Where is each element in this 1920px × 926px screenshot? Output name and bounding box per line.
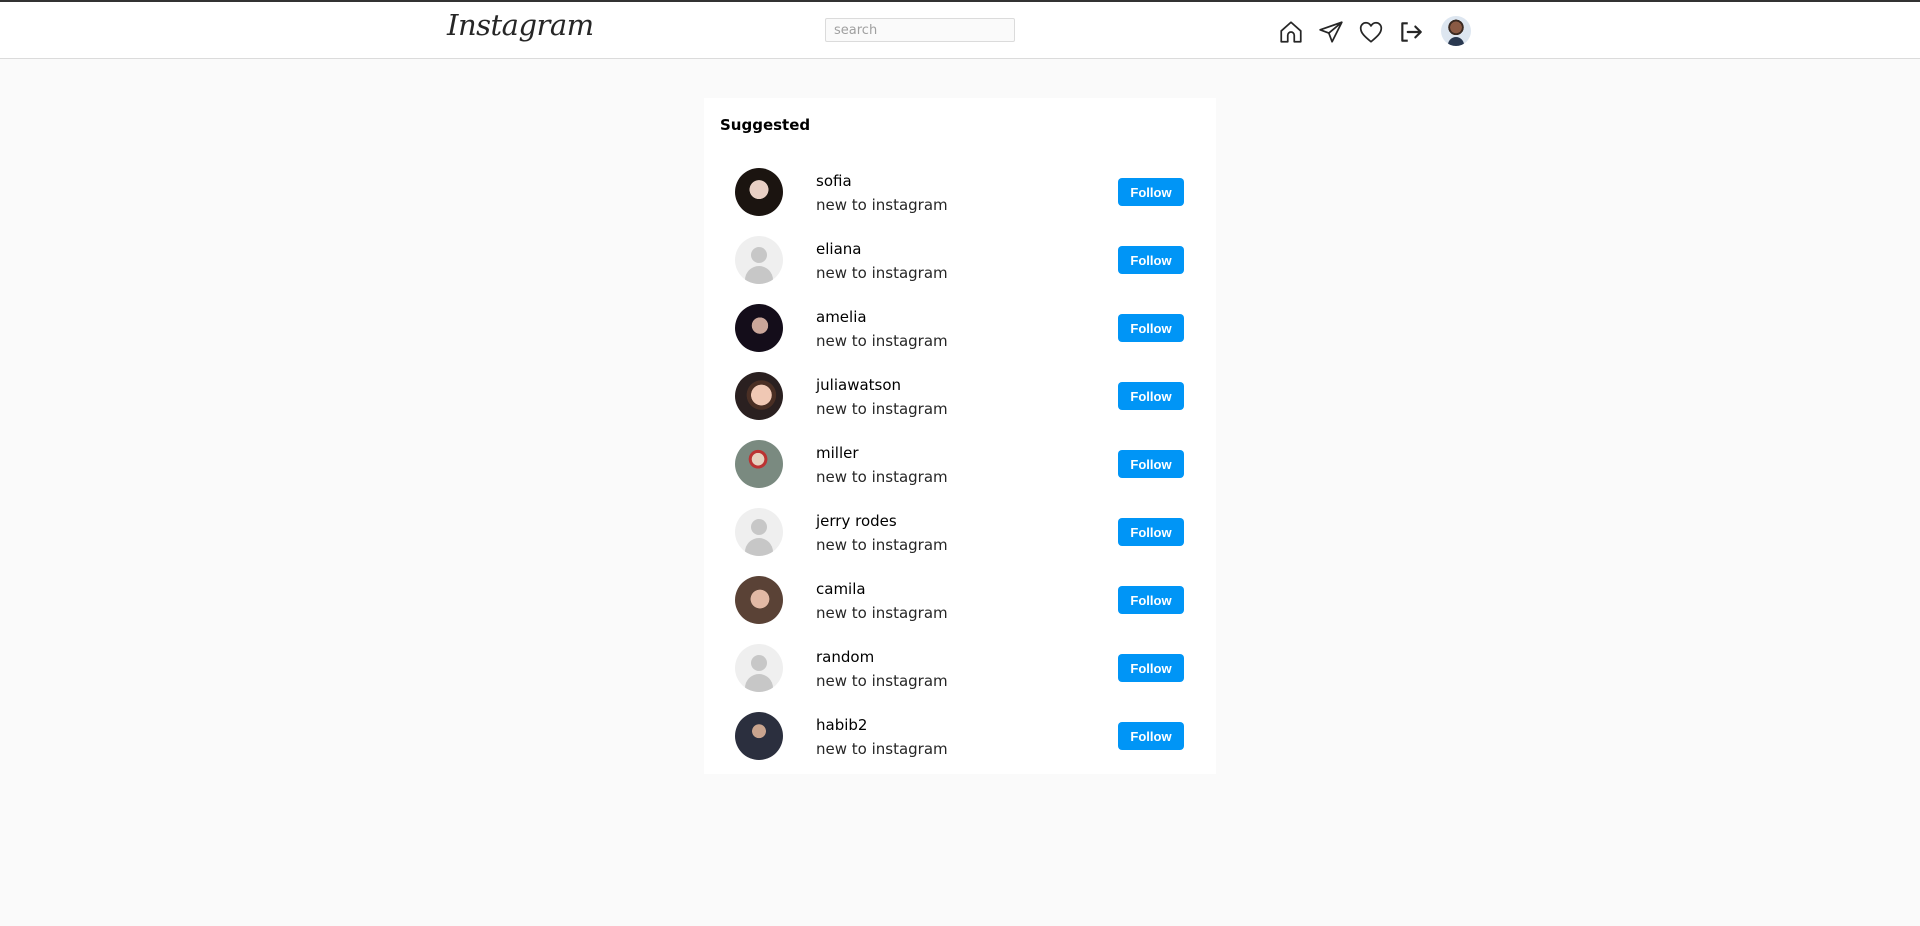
suggested-user-row: sofia new to instagram Follow: [704, 158, 1216, 226]
suggested-title: Suggested: [720, 116, 811, 134]
search-input[interactable]: [825, 18, 1015, 42]
suggested-user-row: random new to instagram Follow: [704, 634, 1216, 702]
user-avatar[interactable]: [735, 644, 783, 692]
suggested-user-row: jerry rodes new to instagram Follow: [704, 498, 1216, 566]
follow-button[interactable]: Follow: [1118, 178, 1184, 206]
user-avatar[interactable]: [735, 236, 783, 284]
follow-button[interactable]: Follow: [1118, 654, 1184, 682]
user-subtitle: new to instagram: [816, 672, 948, 690]
user-subtitle: new to instagram: [816, 196, 948, 214]
instagram-logo[interactable]: Instagram: [447, 8, 594, 42]
home-icon[interactable]: [1278, 19, 1304, 45]
username[interactable]: miller: [816, 444, 859, 462]
logout-icon[interactable]: [1398, 19, 1424, 45]
heart-icon[interactable]: [1358, 19, 1384, 45]
username[interactable]: amelia: [816, 308, 867, 326]
follow-button[interactable]: Follow: [1118, 314, 1184, 342]
user-avatar[interactable]: [735, 168, 783, 216]
username[interactable]: juliawatson: [816, 376, 901, 394]
user-avatar[interactable]: [735, 508, 783, 556]
username[interactable]: habib2: [816, 716, 867, 734]
username[interactable]: sofia: [816, 172, 852, 190]
user-subtitle: new to instagram: [816, 332, 948, 350]
suggested-user-row: camila new to instagram Follow: [704, 566, 1216, 634]
user-avatar[interactable]: [735, 712, 783, 760]
profile-avatar[interactable]: [1441, 16, 1471, 46]
username[interactable]: camila: [816, 580, 866, 598]
username[interactable]: random: [816, 648, 874, 666]
username[interactable]: eliana: [816, 240, 861, 258]
follow-button[interactable]: Follow: [1118, 518, 1184, 546]
user-avatar[interactable]: [735, 372, 783, 420]
suggested-user-row: eliana new to instagram Follow: [704, 226, 1216, 294]
user-subtitle: new to instagram: [816, 536, 948, 554]
suggested-user-row: juliawatson new to instagram Follow: [704, 362, 1216, 430]
follow-button[interactable]: Follow: [1118, 722, 1184, 750]
follow-button[interactable]: Follow: [1118, 246, 1184, 274]
follow-button[interactable]: Follow: [1118, 450, 1184, 478]
username[interactable]: jerry rodes: [816, 512, 897, 530]
follow-button[interactable]: Follow: [1118, 382, 1184, 410]
user-avatar[interactable]: [735, 576, 783, 624]
user-avatar[interactable]: [735, 440, 783, 488]
suggested-user-row: amelia new to instagram Follow: [704, 294, 1216, 362]
follow-button[interactable]: Follow: [1118, 586, 1184, 614]
user-subtitle: new to instagram: [816, 264, 948, 282]
user-subtitle: new to instagram: [816, 400, 948, 418]
user-subtitle: new to instagram: [816, 604, 948, 622]
suggested-panel: Suggested sofia new to instagram Follow …: [704, 98, 1216, 774]
top-navbar: Instagram: [0, 2, 1920, 59]
user-avatar[interactable]: [735, 304, 783, 352]
user-subtitle: new to instagram: [816, 740, 948, 758]
suggested-user-row: habib2 new to instagram Follow: [704, 702, 1216, 770]
user-subtitle: new to instagram: [816, 468, 948, 486]
direct-send-icon[interactable]: [1318, 19, 1344, 45]
suggested-user-row: miller new to instagram Follow: [704, 430, 1216, 498]
